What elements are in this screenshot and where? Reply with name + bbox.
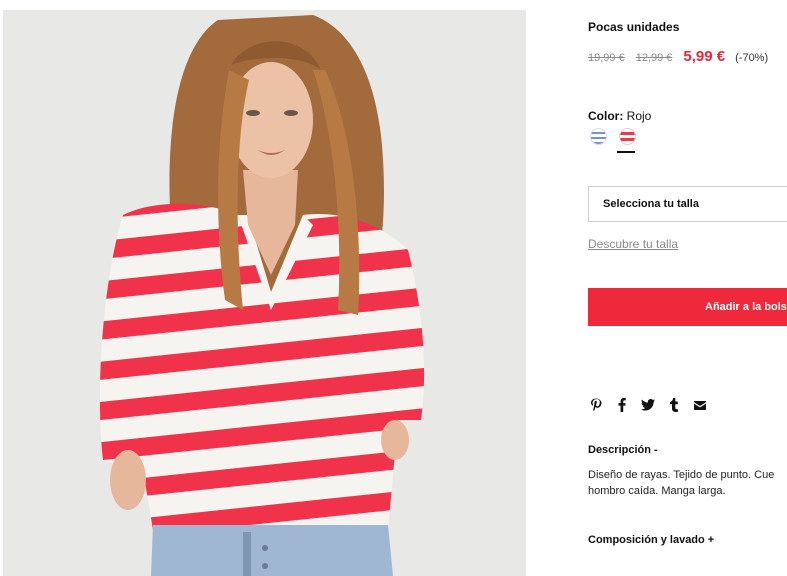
color-swatch-red[interactable]	[619, 128, 636, 145]
composition-toggle[interactable]: Composición y lavado +	[588, 534, 714, 546]
product-image[interactable]	[3, 10, 526, 576]
description-toggle[interactable]: Descripción -	[588, 444, 658, 456]
description-text: Diseño de rayas. Tejido de punto. Cue ho…	[588, 467, 787, 499]
share-icons	[589, 398, 707, 412]
price-row: 19,99 € 12,99 € 5,99 € (-70%)	[588, 48, 768, 65]
discount-badge: (-70%)	[735, 52, 769, 64]
stock-status: Pocas unidades	[588, 20, 680, 34]
twitter-icon[interactable]	[641, 398, 655, 412]
color-swatch-blue[interactable]	[590, 128, 607, 145]
color-swatches	[590, 127, 636, 145]
facebook-icon[interactable]	[615, 398, 629, 412]
previous-price: 12,99 €	[635, 52, 673, 64]
size-select[interactable]: Selecciona tu talla	[588, 186, 787, 222]
model-photo-illustration	[3, 10, 526, 576]
original-price: 19,99 €	[588, 52, 625, 64]
add-to-bag-label: Añadir a la bolsa	[705, 301, 787, 313]
size-select-label: Selecciona tu talla	[603, 198, 699, 210]
tumblr-icon[interactable]	[667, 398, 681, 412]
color-value: Rojo	[626, 109, 652, 123]
description-line: hombro caída. Manga larga.	[588, 485, 726, 497]
selected-swatch-indicator	[617, 151, 635, 153]
color-label: Color:	[588, 109, 624, 123]
pinterest-icon[interactable]	[589, 398, 603, 412]
add-to-bag-button[interactable]: Añadir a la bolsa	[588, 288, 787, 326]
size-guide-link[interactable]: Descubre tu talla	[588, 237, 678, 251]
color-label-row: Color: Rojo	[588, 109, 651, 123]
current-price: 5,99 €	[683, 48, 726, 65]
email-icon[interactable]	[693, 398, 707, 412]
description-line: Diseño de rayas. Tejido de punto. Cue	[588, 469, 775, 481]
